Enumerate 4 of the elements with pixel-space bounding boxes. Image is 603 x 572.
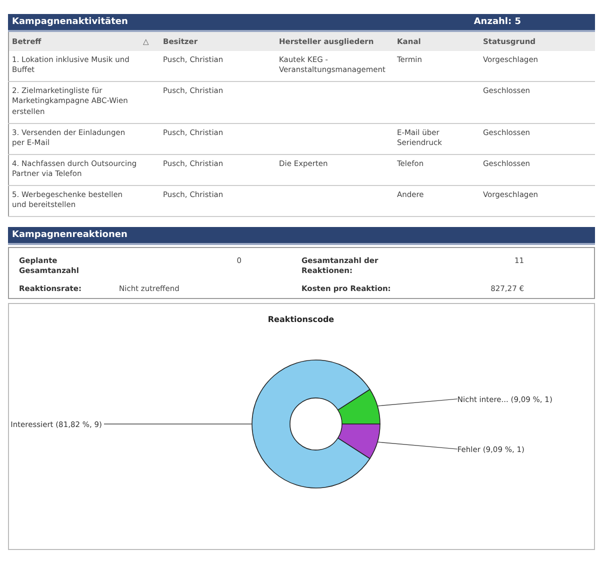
section-title: Kampagnenaktivitäten [12, 17, 128, 27]
section-title: Kampagnenreaktionen [12, 230, 128, 240]
count-label: Anzahl: 5 [474, 17, 521, 27]
chart-title: Reaktionscode [268, 314, 334, 324]
